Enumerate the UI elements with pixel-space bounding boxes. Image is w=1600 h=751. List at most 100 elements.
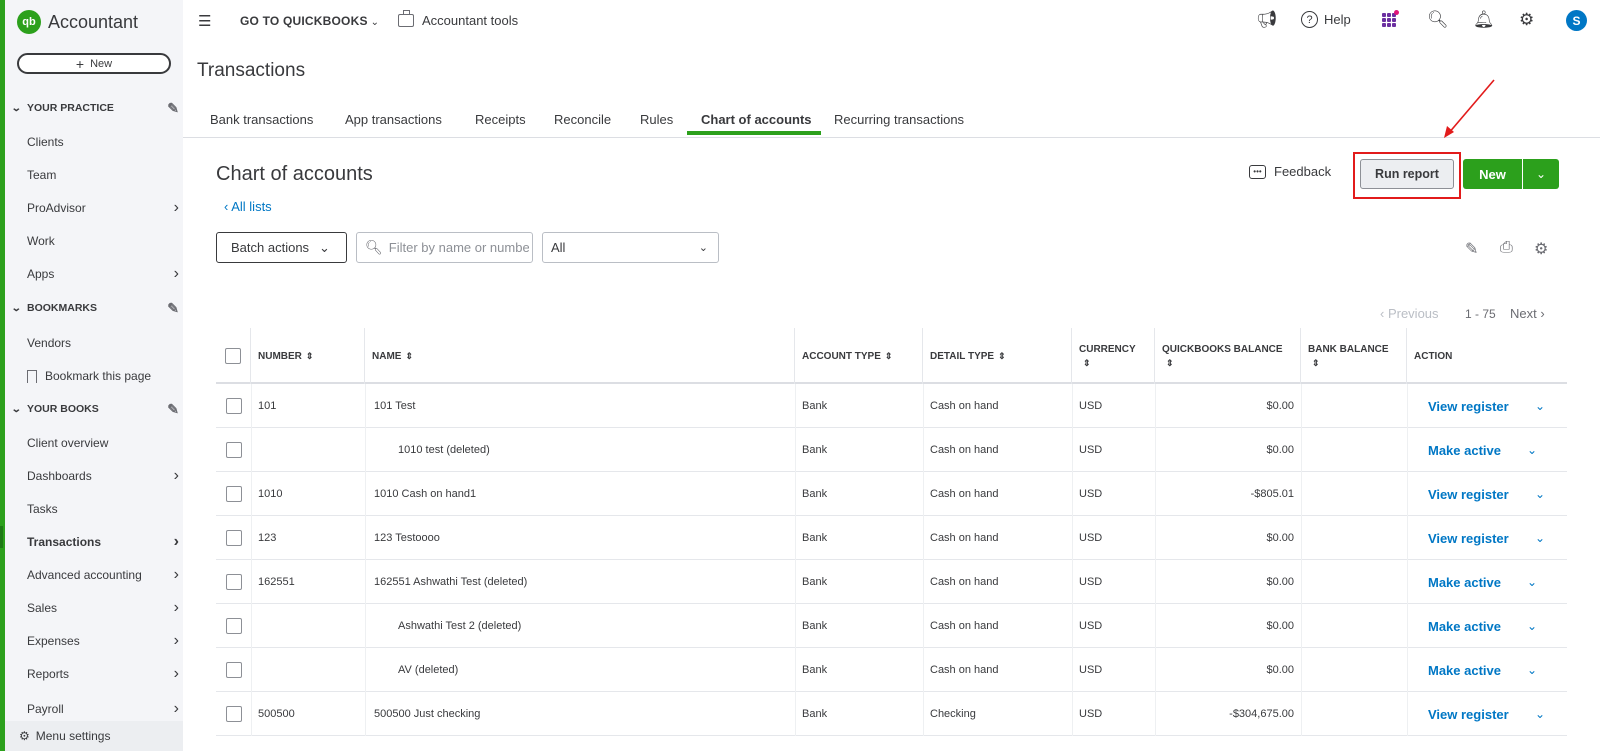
account-type-select[interactable]: All ⌄ bbox=[542, 232, 719, 263]
section-your-practice[interactable]: ⌄ YOUR PRACTICE ✎ bbox=[11, 98, 179, 118]
chevron-down-icon[interactable]: ⌄ bbox=[1527, 443, 1537, 457]
header-bank-balance[interactable]: BANK BALANCE ⇕ bbox=[1301, 328, 1407, 384]
gear-icon[interactable]: ⚙ bbox=[1519, 10, 1534, 30]
table-row: 101 101 Test Bank Cash on hand USD $0.00 View … bbox=[216, 384, 1567, 428]
sidebar-new-button[interactable]: + New bbox=[17, 53, 171, 74]
pager-next[interactable]: Next › bbox=[1510, 306, 1545, 321]
accountant-tools-button[interactable]: Accountant tools bbox=[398, 10, 518, 28]
new-dropdown-button[interactable]: ⌄ bbox=[1523, 159, 1559, 189]
row-action-link[interactable]: Make active bbox=[1428, 619, 1501, 634]
cell-account-type: Bank bbox=[795, 516, 923, 560]
row-checkbox[interactable] bbox=[225, 442, 242, 458]
pencil-icon[interactable]: ✎ bbox=[167, 300, 179, 317]
row-checkbox[interactable] bbox=[225, 618, 242, 634]
header-account-type[interactable]: ACCOUNT TYPE ⇕ bbox=[795, 328, 923, 384]
active-indicator bbox=[0, 526, 3, 548]
sidebar-item-team[interactable]: Team bbox=[27, 164, 179, 186]
header-detail-type[interactable]: DETAIL TYPE ⇕ bbox=[923, 328, 1072, 384]
row-action-link[interactable]: View register bbox=[1428, 399, 1509, 414]
row-checkbox[interactable] bbox=[225, 398, 242, 414]
gear-icon[interactable]: ⚙ bbox=[1534, 239, 1548, 259]
sidebar-item-clients[interactable]: Clients bbox=[27, 131, 179, 153]
collapse-menu-icon[interactable]: ☰ bbox=[198, 12, 211, 30]
cell-action: View register ⌄ bbox=[1407, 384, 1567, 428]
row-checkbox[interactable] bbox=[225, 486, 242, 502]
goto-quickbooks-dropdown[interactable]: GO TO QUICKBOOKS ⌄ bbox=[240, 14, 379, 28]
sidebar-item-work[interactable]: Work bbox=[27, 230, 179, 252]
pencil-icon[interactable]: ✎ bbox=[167, 401, 179, 418]
chevron-down-icon[interactable]: ⌄ bbox=[1527, 575, 1537, 589]
row-action-link[interactable]: View register bbox=[1428, 707, 1509, 722]
sidebar-item-vendors[interactable]: Vendors bbox=[27, 332, 179, 354]
row-action-link[interactable]: Make active bbox=[1428, 443, 1501, 458]
tab-receipts[interactable]: Receipts bbox=[475, 112, 526, 127]
filter-input[interactable] bbox=[388, 240, 529, 255]
table-row: 123 123 Testoooo Bank Cash on hand USD $0.00 V… bbox=[216, 516, 1567, 560]
tab-recurring-transactions[interactable]: Recurring transactions bbox=[834, 112, 964, 127]
row-action-link[interactable]: Make active bbox=[1428, 663, 1501, 678]
sidebar-item-proadvisor[interactable]: ProAdvisor › bbox=[27, 197, 179, 219]
sidebar-item-apps[interactable]: Apps › bbox=[27, 263, 179, 285]
sidebar-item-dashboards[interactable]: Dashboards › bbox=[27, 465, 179, 487]
cell-qb-balance: $0.00 bbox=[1155, 428, 1301, 472]
cell-currency: USD bbox=[1072, 428, 1155, 472]
row-checkbox[interactable] bbox=[225, 574, 242, 590]
section-bookmarks[interactable]: ⌄ BOOKMARKS ✎ bbox=[11, 298, 179, 318]
chevron-down-icon[interactable]: ⌄ bbox=[1527, 619, 1537, 633]
avatar[interactable]: S bbox=[1566, 10, 1587, 31]
row-checkbox[interactable] bbox=[225, 706, 242, 722]
apps-grid-icon[interactable] bbox=[1382, 13, 1396, 27]
run-report-button[interactable]: Run report bbox=[1360, 159, 1454, 189]
brand[interactable]: qb Accountant bbox=[17, 10, 138, 34]
tab-bank-transactions[interactable]: Bank transactions bbox=[210, 112, 313, 127]
cell-action: Make active ⌄ bbox=[1407, 428, 1567, 472]
chevron-down-icon[interactable]: ⌄ bbox=[1535, 487, 1545, 501]
cell-number: 1010 bbox=[251, 472, 365, 516]
tab-rules[interactable]: Rules bbox=[640, 112, 673, 127]
print-icon[interactable]: ⎙ bbox=[1500, 239, 1513, 257]
cell-number bbox=[251, 604, 365, 648]
cell-bank-balance bbox=[1301, 648, 1407, 692]
chevron-down-icon[interactable]: ⌄ bbox=[1527, 663, 1537, 677]
tab-chart-of-accounts[interactable]: Chart of accounts bbox=[701, 112, 812, 127]
pencil-icon[interactable]: ✎ bbox=[1465, 239, 1478, 259]
tab-reconcile[interactable]: Reconcile bbox=[554, 112, 611, 127]
bell-icon[interactable]: 🔔︎ bbox=[1473, 10, 1495, 30]
select-all-checkbox[interactable] bbox=[225, 348, 241, 364]
header-qb-balance[interactable]: QUICKBOOKS BALANCE ⇕ bbox=[1155, 328, 1301, 384]
batch-actions-dropdown[interactable]: Batch actions ⌄ bbox=[216, 232, 347, 263]
pencil-icon[interactable]: ✎ bbox=[167, 100, 179, 117]
header-currency[interactable]: CURRENCY ⇕ bbox=[1072, 328, 1155, 384]
feedback-button[interactable]: ••• Feedback bbox=[1249, 164, 1331, 179]
row-action-link[interactable]: View register bbox=[1428, 487, 1509, 502]
sidebar-item-sales[interactable]: Sales › bbox=[27, 597, 179, 619]
menu-settings-button[interactable]: ⚙ Menu settings bbox=[5, 721, 183, 751]
section-your-books[interactable]: ⌄ YOUR BOOKS ✎ bbox=[11, 399, 179, 419]
sidebar-item-bookmark-page[interactable]: Bookmark this page bbox=[27, 365, 179, 387]
sidebar-item-reports[interactable]: Reports › bbox=[27, 663, 179, 685]
header-name[interactable]: NAME ⇕ bbox=[365, 328, 795, 384]
row-checkbox[interactable] bbox=[225, 662, 242, 678]
chevron-down-icon[interactable]: ⌄ bbox=[1535, 707, 1545, 721]
row-action-link[interactable]: View register bbox=[1428, 531, 1509, 546]
search-icon[interactable]: 🔍︎ bbox=[1427, 10, 1449, 30]
help-button[interactable]: ? Help bbox=[1301, 11, 1351, 28]
row-checkbox[interactable] bbox=[225, 530, 242, 546]
header-number[interactable]: NUMBER ⇕ bbox=[251, 328, 365, 384]
tab-app-transactions[interactable]: App transactions bbox=[345, 112, 442, 127]
chevron-down-icon[interactable]: ⌄ bbox=[1535, 531, 1545, 545]
megaphone-icon[interactable]: 📢︎ bbox=[1256, 10, 1278, 30]
new-account-button[interactable]: New bbox=[1463, 159, 1522, 189]
sidebar-item-transactions[interactable]: Transactions › bbox=[27, 531, 179, 553]
sidebar-item-payroll[interactable]: Payroll › bbox=[27, 698, 179, 720]
cell-account-type: Bank bbox=[795, 428, 923, 472]
pager-previous[interactable]: ‹ Previous bbox=[1380, 306, 1439, 321]
row-action-link[interactable]: Make active bbox=[1428, 575, 1501, 590]
sidebar-item-client-overview[interactable]: Client overview bbox=[27, 432, 179, 454]
sidebar-item-expenses[interactable]: Expenses › bbox=[27, 630, 179, 652]
cell-text: Bank bbox=[802, 488, 828, 500]
chevron-down-icon[interactable]: ⌄ bbox=[1535, 399, 1545, 413]
sidebar-item-advanced-accounting[interactable]: Advanced accounting › bbox=[27, 564, 179, 586]
all-lists-link[interactable]: ‹ All lists bbox=[224, 199, 272, 214]
sidebar-item-tasks[interactable]: Tasks bbox=[27, 498, 179, 520]
